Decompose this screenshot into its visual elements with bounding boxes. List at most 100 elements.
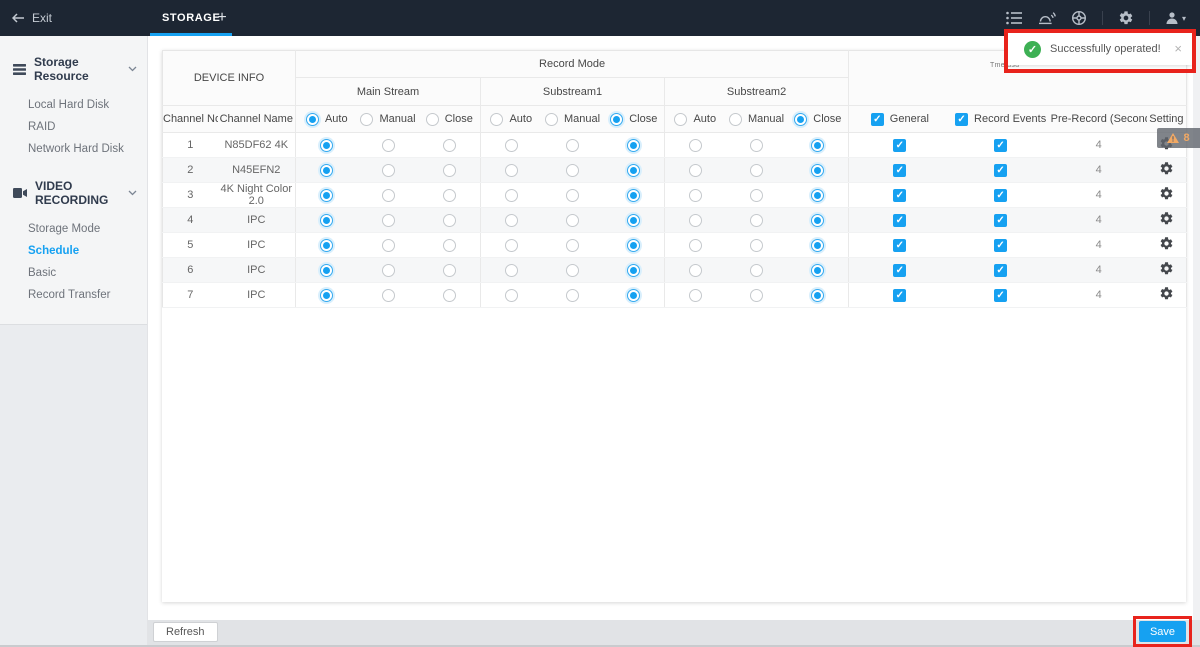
radio-sub1-manual[interactable] [566, 188, 580, 202]
cell-record-events[interactable] [950, 207, 1051, 233]
radio-main-auto[interactable] [305, 112, 319, 126]
cell-radio-main-manual[interactable] [357, 207, 419, 233]
cell-general[interactable] [848, 182, 951, 208]
cell-radio-sub2-manual[interactable] [725, 257, 788, 283]
radio-sub1-close[interactable] [627, 163, 641, 177]
cell-radio-sub1-auto[interactable] [480, 157, 542, 183]
cell-radio-sub1-close[interactable] [603, 232, 665, 258]
cell-radio-sub2-auto[interactable] [664, 182, 726, 208]
cell-general[interactable] [848, 207, 951, 233]
radio-sub1-close[interactable] [627, 138, 641, 152]
exit-button[interactable]: Exit [11, 11, 52, 25]
radio-sub1-close[interactable] [627, 263, 641, 277]
cell-radio-sub2-manual[interactable] [725, 207, 788, 233]
cell-record-events[interactable] [950, 232, 1051, 258]
cell-radio-sub2-auto[interactable] [664, 257, 726, 283]
radio-sub2-auto[interactable] [688, 288, 702, 302]
header-radio-main-manual[interactable]: Manual [357, 105, 419, 133]
radio-main-close[interactable] [425, 112, 439, 126]
alarm-count-tab[interactable]: 8 [1157, 128, 1200, 148]
radio-sub1-manual[interactable] [566, 213, 580, 227]
radio-main-auto[interactable] [320, 263, 334, 277]
cell-radio-main-manual[interactable] [357, 157, 419, 183]
gear-icon[interactable] [1118, 10, 1134, 26]
general-checkbox[interactable] [893, 238, 907, 252]
radio-sub1-close[interactable] [627, 288, 641, 302]
cell-radio-sub2-auto[interactable] [664, 282, 726, 308]
cell-radio-sub1-auto[interactable] [480, 232, 542, 258]
cell-radio-main-manual[interactable] [357, 282, 419, 308]
cell-record-events[interactable] [950, 132, 1051, 158]
radio-sub1-auto[interactable] [504, 263, 518, 277]
cell-radio-sub1-close[interactable] [603, 257, 665, 283]
cell-radio-main-auto[interactable] [295, 282, 358, 308]
cell-record-events[interactable] [950, 182, 1051, 208]
cell-radio-sub1-auto[interactable] [480, 207, 542, 233]
radio-main-manual[interactable] [381, 188, 395, 202]
radio-sub1-auto[interactable] [504, 188, 518, 202]
radio-sub1-auto[interactable] [504, 138, 518, 152]
setting-gear-icon[interactable] [1159, 286, 1174, 301]
cell-radio-sub1-close[interactable] [603, 207, 665, 233]
cell-radio-main-manual[interactable] [357, 182, 419, 208]
radio-main-manual[interactable] [381, 163, 395, 177]
setting-gear-icon[interactable] [1159, 161, 1174, 176]
cell-radio-sub1-close[interactable] [603, 157, 665, 183]
radio-main-close[interactable] [442, 288, 456, 302]
cell-radio-main-manual[interactable] [357, 232, 419, 258]
sidebar-group-storage-resource[interactable]: Storage Resource [0, 46, 147, 92]
cell-radio-main-auto[interactable] [295, 132, 358, 158]
general-checkbox[interactable] [893, 213, 907, 227]
sidebar-item-storage-mode[interactable]: Storage Mode [0, 218, 147, 240]
general-checkbox[interactable] [893, 288, 907, 302]
cell-radio-main-manual[interactable] [357, 132, 419, 158]
header-radio-sub1-manual[interactable]: Manual [541, 105, 604, 133]
cell-general[interactable] [848, 282, 951, 308]
radio-sub1-manual[interactable] [566, 163, 580, 177]
header-radio-sub2-auto[interactable]: Auto [664, 105, 726, 133]
cell-record-events[interactable] [950, 157, 1051, 183]
cell-radio-sub1-manual[interactable] [541, 207, 604, 233]
cell-setting[interactable] [1146, 157, 1187, 183]
cell-radio-main-auto[interactable] [295, 232, 358, 258]
cell-radio-main-manual[interactable] [357, 257, 419, 283]
radio-sub2-manual[interactable] [750, 163, 764, 177]
cell-radio-sub2-auto[interactable] [664, 157, 726, 183]
cell-radio-main-close[interactable] [418, 157, 481, 183]
radio-sub2-close[interactable] [811, 288, 825, 302]
radio-main-auto[interactable] [320, 238, 334, 252]
cell-radio-sub1-close[interactable] [603, 282, 665, 308]
radio-main-auto[interactable] [320, 188, 334, 202]
radio-sub1-close[interactable] [627, 188, 641, 202]
setting-gear-icon[interactable] [1159, 261, 1174, 276]
setting-gear-icon[interactable] [1159, 236, 1174, 251]
setting-gear-icon[interactable] [1159, 186, 1174, 201]
cell-setting[interactable] [1146, 282, 1187, 308]
record-events-select-all-checkbox[interactable] [955, 112, 969, 126]
radio-sub2-auto[interactable] [688, 163, 702, 177]
radio-sub2-manual[interactable] [750, 188, 764, 202]
radio-main-close[interactable] [442, 238, 456, 252]
sidebar-item-local-hard-disk[interactable]: Local Hard Disk [0, 94, 147, 116]
cell-setting[interactable] [1146, 232, 1187, 258]
radio-sub2-auto[interactable] [688, 138, 702, 152]
cell-radio-sub2-manual[interactable] [725, 232, 788, 258]
cell-radio-sub1-auto[interactable] [480, 132, 542, 158]
network-wheel-icon[interactable] [1071, 10, 1087, 26]
radio-main-manual[interactable] [381, 138, 395, 152]
radio-sub2-auto[interactable] [688, 188, 702, 202]
sidebar-group-video-recording[interactable]: VIDEO RECORDING [0, 170, 147, 216]
radio-sub1-auto[interactable] [504, 213, 518, 227]
col-header-record-events[interactable]: Record Events [950, 105, 1051, 133]
radio-sub1-close[interactable] [610, 112, 624, 126]
header-radio-sub1-auto[interactable]: Auto [480, 105, 542, 133]
radio-main-auto[interactable] [320, 163, 334, 177]
cell-radio-main-auto[interactable] [295, 257, 358, 283]
cell-radio-sub1-manual[interactable] [541, 157, 604, 183]
radio-sub1-manual[interactable] [566, 263, 580, 277]
cell-radio-main-close[interactable] [418, 232, 481, 258]
cell-radio-sub2-close[interactable] [787, 282, 849, 308]
radio-sub2-auto[interactable] [688, 263, 702, 277]
radio-sub2-close[interactable] [811, 188, 825, 202]
radio-main-manual[interactable] [381, 263, 395, 277]
